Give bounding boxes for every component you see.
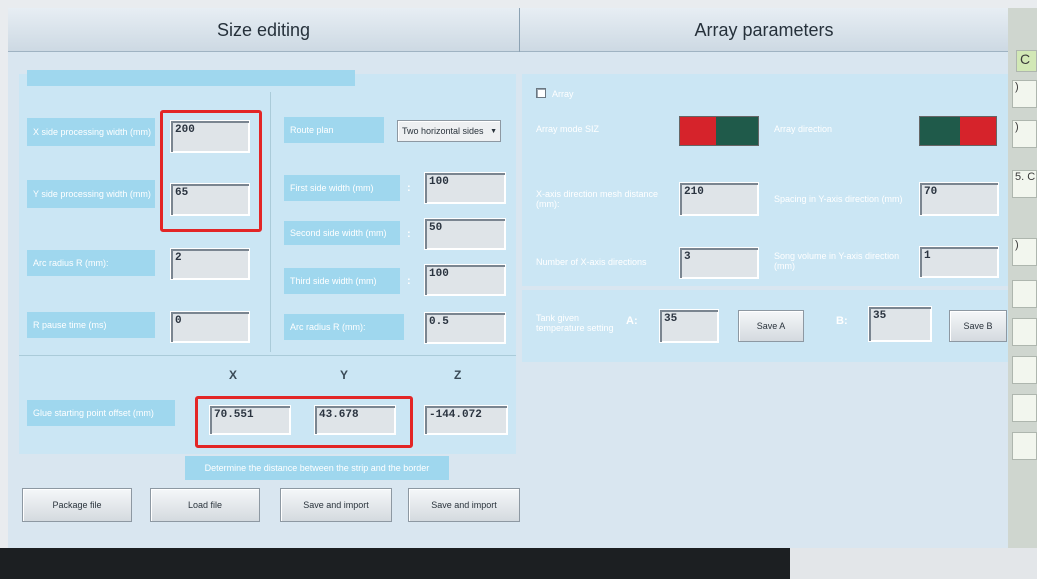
array-parameters-title: Array parameters xyxy=(694,20,834,40)
bottom-right-frame xyxy=(790,548,1037,579)
pause-time-label: R pause time (ms) xyxy=(27,312,155,338)
second-side-colon: : xyxy=(407,228,411,240)
offset-z-header: Z xyxy=(454,368,462,382)
tank-a-label: A: xyxy=(626,315,638,327)
y-spacing-label: Spacing in Y-axis direction (mm) xyxy=(774,194,903,204)
y-volume-input[interactable]: 1 xyxy=(919,246,999,278)
third-side-input[interactable]: 100 xyxy=(424,264,506,296)
package-file-button[interactable]: Package file xyxy=(22,488,132,522)
first-side-label: First side width (mm) xyxy=(284,175,400,201)
route-plan-label: Route plan xyxy=(284,117,384,143)
first-side-colon: : xyxy=(407,182,411,194)
highlight-box-width xyxy=(160,110,262,232)
sidebar-cell xyxy=(1012,318,1037,346)
temperature-label: Tank given temperature setting xyxy=(536,313,614,333)
offset-x-header: X xyxy=(229,368,238,382)
arc-radius-label: Arc radius R (mm): xyxy=(27,250,155,276)
arc-radius-input[interactable]: 2 xyxy=(170,248,250,280)
second-side-label: Second side width (mm) xyxy=(284,221,400,245)
x-mesh-distance-input[interactable]: 210 xyxy=(679,182,759,216)
highlight-box-offset xyxy=(195,396,413,448)
array-mode-label: Array mode SIZ xyxy=(536,124,600,134)
size-editing-title: Size editing xyxy=(216,20,311,40)
load-file-button[interactable]: Load file xyxy=(150,488,260,522)
route-arc-radius-label: Arc radius R (mm): xyxy=(284,314,404,340)
x-mesh-distance-label: X-axis direction mesh distance (mm): xyxy=(536,189,659,209)
sidebar-cell: ) xyxy=(1012,120,1037,148)
array-direction-label: Array direction xyxy=(774,124,833,134)
y-width-label: Y side processing width (mm) xyxy=(27,180,155,208)
y-spacing-input[interactable]: 70 xyxy=(919,182,999,216)
sidebar-cell: 5. C xyxy=(1012,170,1037,198)
column-divider xyxy=(270,92,271,352)
sidebar-cell xyxy=(1012,432,1037,460)
tank-b-label: B: xyxy=(836,315,848,327)
x-width-label: X side processing width (mm) xyxy=(27,118,155,146)
sidebar-cell xyxy=(1012,394,1037,422)
toggle-red-segment xyxy=(680,117,716,145)
first-side-input[interactable]: 100 xyxy=(424,172,506,204)
sidebar-cell: ) xyxy=(1012,80,1037,108)
size-panel-caption-strip xyxy=(27,70,355,86)
route-arc-radius-input[interactable]: 0.5 xyxy=(424,312,506,344)
array-mode-toggle[interactable] xyxy=(679,116,759,146)
tank-a-input[interactable]: 35 xyxy=(659,309,719,343)
glue-offset-label: Glue starting point offset (mm) xyxy=(27,400,175,426)
sidebar-cell xyxy=(1012,280,1037,308)
offset-z-input[interactable]: -144.072 xyxy=(424,405,508,435)
sidebar-cell-c: C xyxy=(1016,50,1037,72)
save-and-import-button-2[interactable]: Save and import xyxy=(408,488,520,522)
third-side-label: Third side width (mm) xyxy=(284,268,400,294)
save-and-import-button-1[interactable]: Save and import xyxy=(280,488,392,522)
toggle-green-segment xyxy=(716,117,758,145)
route-plan-value: Two horizontal sides xyxy=(402,126,484,136)
array-direction-toggle[interactable] xyxy=(919,116,997,146)
offset-y-header: Y xyxy=(340,368,349,382)
third-side-colon: : xyxy=(407,275,411,287)
x-count-input[interactable]: 3 xyxy=(679,247,759,279)
save-a-button[interactable]: Save A xyxy=(738,310,804,342)
toggle-green-segment xyxy=(920,117,960,145)
sidebar-cell xyxy=(1012,356,1037,384)
array-checkbox[interactable] xyxy=(536,88,546,98)
chevron-down-icon: ▼ xyxy=(490,127,497,135)
array-checkbox-label: Array xyxy=(552,89,574,99)
border-distance-hint: Determine the distance between the strip… xyxy=(185,456,449,480)
toggle-red-segment xyxy=(960,117,996,145)
row-divider xyxy=(19,355,516,356)
sidebar-cell: ) xyxy=(1012,238,1037,266)
y-volume-label: Song volume in Y-axis direction (mm) xyxy=(774,251,900,271)
pause-time-input[interactable]: 0 xyxy=(170,311,250,343)
route-plan-select[interactable]: Two horizontal sides ▼ xyxy=(397,120,501,142)
second-side-input[interactable]: 50 xyxy=(424,218,506,250)
tank-b-input[interactable]: 35 xyxy=(868,306,932,342)
save-b-button[interactable]: Save B xyxy=(949,310,1007,342)
x-count-label: Number of X-axis directions xyxy=(536,257,647,267)
